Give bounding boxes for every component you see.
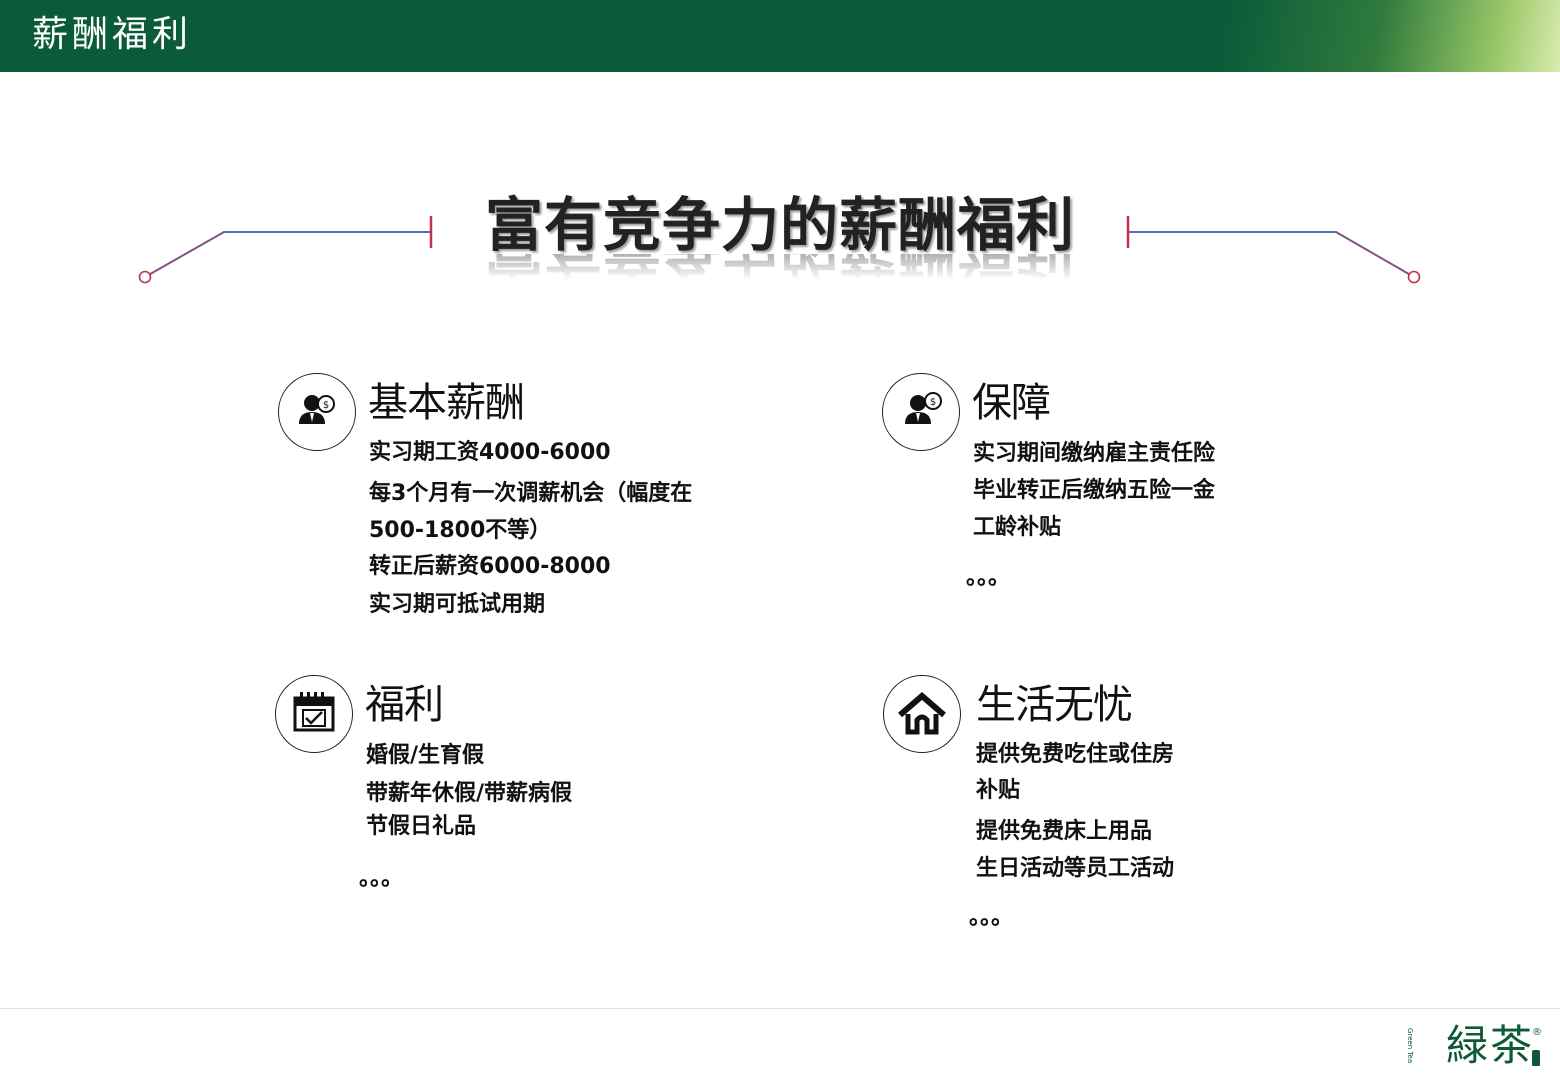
section-line: 带薪年休假/带薪病假	[366, 781, 573, 806]
main-title-block: 富有竞争力的薪酬福利 富有竞争力的薪酬福利	[440, 188, 1120, 280]
section-line: 提供免费床上用品	[976, 819, 1153, 844]
section-line: 提供免费吃住或住房	[976, 742, 1175, 767]
svg-text:$: $	[930, 397, 936, 408]
section-line: 。。。	[966, 565, 1011, 590]
section-title: 保障	[972, 380, 1051, 426]
house-icon	[883, 675, 961, 753]
section-line: 。。。	[359, 866, 404, 891]
section-line: 每3个月有一次调薪机会（幅度在	[369, 481, 693, 506]
footer-divider	[0, 1008, 1560, 1009]
section-line: 补贴	[976, 778, 1021, 803]
main-title: 富有竞争力的薪酬福利	[484, 191, 1075, 259]
section-line: 节假日礼品	[366, 814, 477, 839]
section-title: 生活无忧	[976, 682, 1133, 728]
section-line: 实习期工资4000-6000	[369, 440, 611, 465]
section-line: 实习期可抵试用期	[369, 592, 546, 617]
header-title: 薪酬福利	[32, 14, 193, 55]
svg-text:$: $	[323, 400, 329, 411]
person-dollar-icon: $	[882, 373, 960, 451]
section-line: 实习期间缴纳雇主责任险	[973, 441, 1216, 466]
logo-tagline: Green Tea	[1406, 1028, 1414, 1064]
section-line: 转正后薪资6000-8000	[369, 554, 611, 579]
section-title: 基本薪酬	[368, 380, 525, 426]
header-bar: 薪酬福利	[0, 0, 1560, 72]
bottle-icon	[1532, 1050, 1540, 1066]
calendar-check-icon	[275, 675, 353, 753]
logo-registered-mark: ®	[1532, 1027, 1542, 1038]
section-line: 生日活动等员工活动	[976, 856, 1175, 881]
person-dollar-icon: $	[278, 373, 356, 451]
left-decor-line	[138, 216, 433, 284]
section-line: 。。。	[969, 905, 1014, 930]
section-line: 工龄补贴	[973, 515, 1062, 540]
main-title-reflection: 富有竞争力的薪酬福利	[440, 254, 1120, 280]
section-line: 500-1800不等）	[369, 518, 552, 543]
section-line: 婚假/生育假	[366, 743, 485, 768]
section-line: 毕业转正后缴纳五险一金	[973, 478, 1216, 503]
logo-text: 緑茶	[1445, 1021, 1534, 1070]
right-decor-line	[1126, 216, 1421, 284]
section-title: 福利	[365, 682, 444, 728]
